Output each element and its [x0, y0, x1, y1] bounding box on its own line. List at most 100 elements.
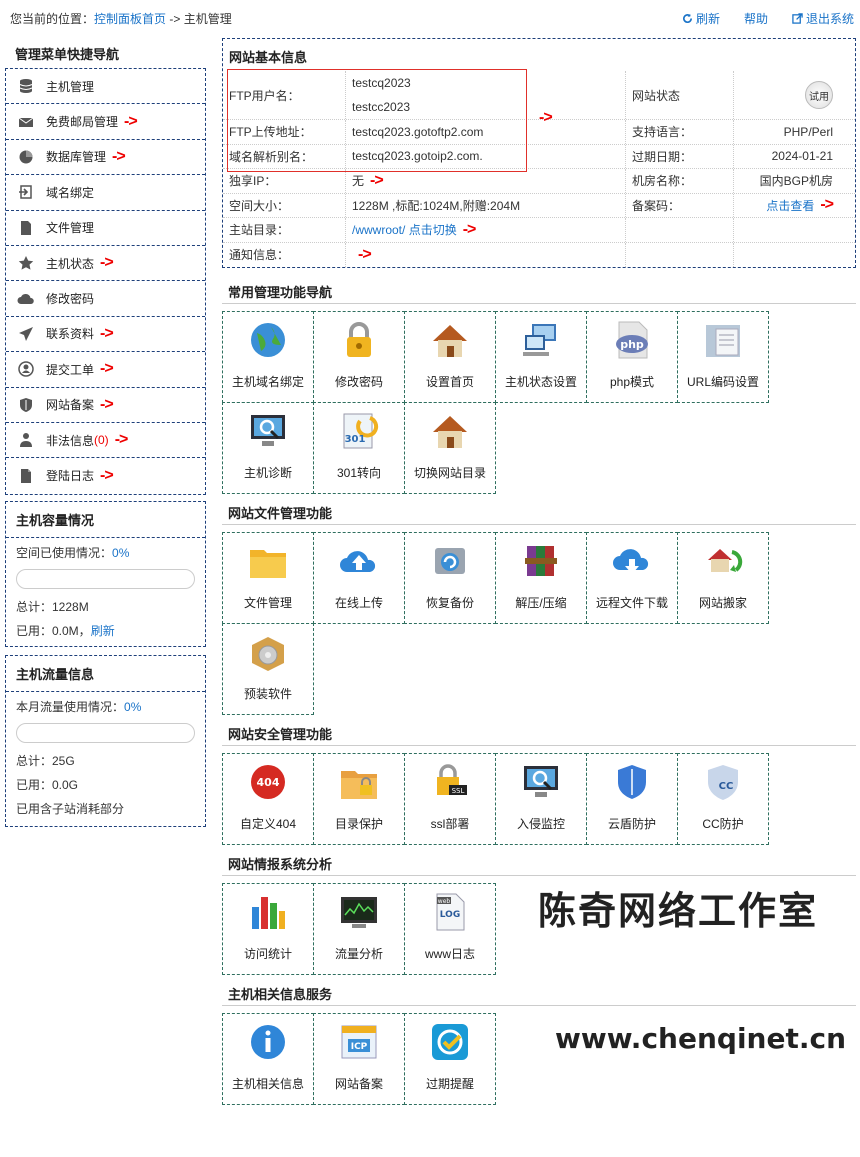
sidebar-item-label: 联系资料 — [46, 327, 95, 342]
info-value-cell: -> — [345, 242, 625, 267]
404-icon: 404 — [251, 765, 285, 799]
function-tile[interactable]: 301 301转向 — [313, 402, 405, 494]
function-tile[interactable]: SSL ssl部署 — [404, 753, 496, 845]
function-tile[interactable]: 流量分析 — [313, 883, 405, 975]
capacity-refresh-link[interactable]: 刷新 — [91, 624, 115, 638]
traffic-panel: 主机流量信息 本月流量使用情况：0% 总计：25G 已用：0.0G 已用含子站消… — [5, 654, 206, 827]
tile-label: 过期提醒 — [425, 1077, 474, 1091]
ftp-arrow: -> — [539, 109, 553, 126]
info-value-2-cell — [733, 242, 855, 267]
sidebar-item-10[interactable]: 非法信息 (0) -> — [6, 423, 205, 459]
tile-label: 自定义404 — [239, 817, 297, 831]
help-link[interactable]: 帮助 — [744, 10, 768, 27]
logout-icon — [792, 13, 803, 24]
svg-text:LOG: LOG — [440, 910, 460, 920]
traffic-used: 已用：0.0G — [16, 777, 79, 792]
refresh-link[interactable]: 刷新 — [682, 10, 720, 27]
function-tile[interactable]: 预装软件 — [222, 623, 314, 715]
sidebar-item-8[interactable]: 提交工单 -> — [6, 352, 205, 388]
info-icon — [251, 1025, 285, 1059]
tile-label: URL编码设置 — [686, 375, 759, 389]
function-tile[interactable]: 远程文件下载 — [586, 532, 678, 624]
tile-label: CC防护 — [702, 817, 744, 831]
breadcrumb-current: 主机管理 — [183, 12, 232, 26]
info-key: 主站目录： — [229, 223, 290, 238]
function-tile[interactable]: php php模式 — [586, 311, 678, 403]
function-tile[interactable]: 主机诊断 — [222, 402, 314, 494]
mail-icon — [6, 114, 46, 130]
function-tile[interactable]: ICP 网站备案 — [313, 1013, 405, 1105]
sidebar-item-11[interactable]: 登陆日志 -> — [6, 458, 205, 493]
function-tile[interactable]: 过期提醒 — [404, 1013, 496, 1105]
function-tile[interactable]: CC CC防护 — [677, 753, 769, 845]
function-tile[interactable]: 设置首页 — [404, 311, 496, 403]
sidebar-arrow: -> — [100, 466, 114, 484]
top-actions: 刷新 帮助 退出系统 — [682, 10, 854, 27]
function-tile[interactable]: 主机状态设置 — [495, 311, 587, 403]
info-value-2[interactable]: 点击查看 — [766, 197, 814, 214]
sidebar-item-4[interactable]: 文件管理 — [6, 211, 205, 246]
sidebar-item-2[interactable]: 数据库管理 -> — [6, 140, 205, 176]
function-tile[interactable]: web LOG www日志 — [404, 883, 496, 975]
function-tile[interactable]: 主机域名绑定 — [222, 311, 314, 403]
sidebar-item-5[interactable]: 主机状态 -> — [6, 246, 205, 282]
monitor-search-icon — [524, 766, 558, 797]
breadcrumb-home-link[interactable]: 控制面板首页 — [94, 12, 166, 26]
function-tile[interactable]: 文件管理 — [222, 532, 314, 624]
info-row: 主站目录： /wwwroot/ 点击切换 -> — [223, 218, 855, 243]
info-key: 通知信息： — [229, 248, 290, 263]
sidebar-item-0[interactable]: 主机管理 — [6, 69, 205, 105]
info-arrow: -> — [358, 245, 372, 263]
function-tile[interactable]: 在线上传 — [313, 532, 405, 624]
logout-label: 退出系统 — [805, 12, 854, 26]
sidebar-item-6[interactable]: 修改密码 — [6, 281, 205, 317]
function-tile[interactable]: 切换网站目录 — [404, 402, 496, 494]
function-tile[interactable]: 云盾防护 — [586, 753, 678, 845]
function-tile[interactable]: 解压/压缩 — [495, 532, 587, 624]
function-tile[interactable]: URL编码设置 — [677, 311, 769, 403]
section-title: 网站文件管理功能 — [222, 501, 856, 525]
archive-icon — [525, 546, 557, 576]
backup-icon — [435, 548, 465, 574]
lock-icon — [347, 322, 371, 357]
monitor-search-icon — [251, 415, 285, 446]
sidebar-item-9[interactable]: 网站备案 -> — [6, 388, 205, 423]
database-icon — [6, 78, 46, 94]
switch-dir-link[interactable]: 点击切换 — [409, 221, 457, 238]
tile-label: 设置首页 — [425, 375, 474, 389]
capacity-progress-bar — [16, 568, 195, 589]
check-reminder-icon — [432, 1024, 468, 1060]
tile-label: 恢复备份 — [425, 596, 474, 610]
traffic-total: 总计：25G — [16, 753, 75, 768]
sidebar-item-label: 网站备案 — [46, 398, 95, 413]
tile-label: 访问统计 — [243, 947, 292, 961]
logout-link[interactable]: 退出系统 — [792, 10, 854, 27]
function-tile[interactable]: 修改密码 — [313, 311, 405, 403]
function-tile[interactable]: 404 自定义404 — [222, 753, 314, 845]
doc-icon — [6, 468, 46, 484]
info-value-2-cell: PHP/Perl — [733, 120, 855, 144]
function-tile[interactable]: 访问统计 — [222, 883, 314, 975]
sidebar-arrow: -> — [100, 360, 114, 378]
function-tile[interactable]: 网站搬家 — [677, 532, 769, 624]
capacity-total: 总计：1228M — [16, 599, 89, 614]
info-value-2-cell: 试用 — [733, 71, 855, 119]
function-tile[interactable]: 入侵监控 — [495, 753, 587, 845]
sidebar-item-7[interactable]: 联系资料 -> — [6, 317, 205, 353]
person-icon — [6, 432, 46, 448]
function-tile[interactable]: 目录保护 — [313, 753, 405, 845]
user-icon — [6, 361, 46, 378]
sidebar-item-1[interactable]: 免费邮局管理 -> — [6, 104, 205, 140]
capacity-usage-pct: 0% — [112, 545, 130, 560]
sidebar-item-label: 域名绑定 — [46, 185, 95, 200]
function-tile[interactable]: 恢复备份 — [404, 532, 496, 624]
info-value-2-cell: 点击查看 -> — [733, 193, 855, 217]
sidebar-item-label: 修改密码 — [46, 292, 95, 307]
section-2: 网站安全管理功能 404 自定义404 目录保护 SSL ssl部署 入侵监控 云盾防护 CC C… — [222, 722, 856, 845]
section-title: 网站情报系统分析 — [222, 852, 856, 876]
refresh-icon — [683, 13, 692, 24]
function-tile[interactable]: 主机相关信息 — [222, 1013, 314, 1105]
sidebar-item-3[interactable]: 域名绑定 — [6, 175, 205, 211]
svg-text:404: 404 — [257, 776, 280, 789]
site-status-badge: 试用 — [805, 81, 833, 109]
